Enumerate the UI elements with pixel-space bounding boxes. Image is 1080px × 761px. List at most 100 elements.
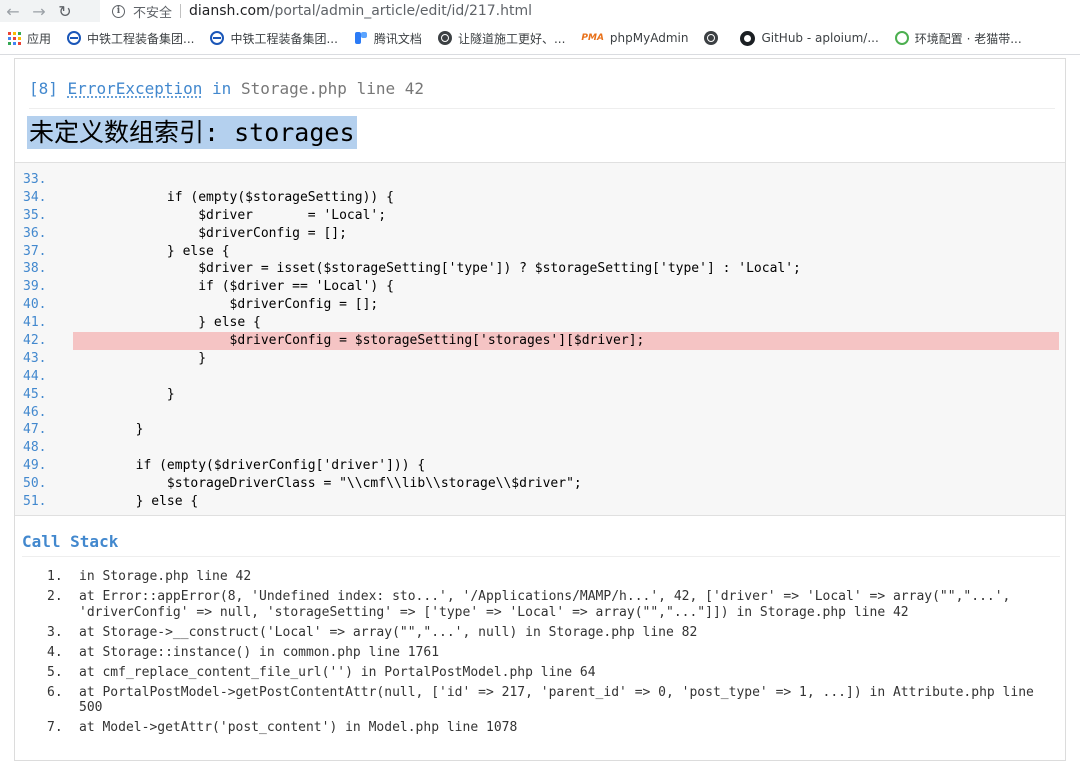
forward-button[interactable]: →	[26, 1, 52, 21]
exception-file: Storage.php	[240, 79, 347, 98]
line-number: 39.	[23, 279, 47, 295]
bookmarks-bar: 应用 中铁工程装备集团... 中铁工程装备集团... 腾讯文档 让隧道施工更好、…	[0, 22, 1080, 55]
code-text: } else {	[73, 494, 199, 510]
url-text[interactable]: diansh.com/portal/admin_article/edit/id/…	[189, 3, 532, 19]
bookmark-label: 环境配置 · 老猫带...	[914, 31, 1022, 46]
bookmark-label: GitHub - aploium/...	[761, 31, 879, 45]
code-text: if ($driver == 'Local') {	[73, 279, 394, 295]
line-number: 47.	[23, 422, 47, 438]
line-number: 35.	[23, 207, 47, 223]
reload-icon: ↻	[58, 1, 72, 21]
line-number: 51.	[23, 494, 47, 510]
exception-line: 42	[404, 79, 424, 98]
address-bar[interactable]: i 不安全 diansh.com/portal/admin_article/ed…	[100, 0, 1080, 22]
code-text: } else {	[73, 243, 230, 259]
stack-item-text: at Storage::instance() in common.php lin…	[79, 644, 440, 660]
line-word: line	[356, 79, 396, 98]
stack-item-text: at cmf_replace_content_file_url('') in P…	[79, 664, 596, 680]
line-number: 42.	[23, 333, 47, 349]
line-number: 49.	[23, 458, 47, 474]
code-text: }	[73, 350, 207, 366]
source-code-panel: 33. 34. if (empty($storageSetting)) {35. …	[15, 162, 1065, 516]
stack-item-number: 3.	[47, 624, 63, 640]
code-text: $driver = isset($storageSetting['type'])…	[73, 261, 801, 277]
back-button[interactable]: ←	[0, 1, 26, 21]
code-line: 33.	[15, 171, 1065, 189]
code-line: 45. }	[15, 386, 1065, 404]
exception-header: [8] ErrorException in Storage.php line 4…	[29, 79, 1055, 109]
bookmark-tunnel[interactable]: 让隧道施工更好、...	[430, 26, 573, 50]
line-number: 46.	[23, 404, 47, 420]
stack-item: 7. at Model->getAttr('post_content') in …	[27, 720, 1037, 736]
code-line: 36. $driverConfig = [];	[15, 225, 1065, 243]
line-number: 33.	[23, 172, 47, 187]
line-number: 41.	[23, 315, 47, 331]
bookmark-label: phpMyAdmin	[609, 31, 689, 45]
in-word: in	[212, 79, 232, 98]
stack-item-number: 1.	[47, 569, 63, 584]
bookmark-label: 中铁工程装备集团...	[230, 31, 338, 46]
code-text: }	[73, 386, 175, 402]
line-number: 44.	[23, 368, 47, 384]
call-stack-list: 1. in Storage.php line 42 2. at Error::a…	[27, 569, 1037, 740]
stack-item: 2. at Error::appError(8, 'Undefined inde…	[27, 589, 1037, 620]
bookmark-crrc-2[interactable]: 中铁工程装备集团...	[202, 26, 345, 50]
code-text: $storageDriverClass = "\\cmf\\lib\\stora…	[73, 476, 582, 492]
browser-toolbar: ← → ↻ i 不安全 diansh.com/portal/admin_arti…	[0, 0, 1080, 22]
bookmark-phpmyadmin[interactable]: PMA phpMyAdmin	[573, 26, 696, 50]
arrow-left-icon: ←	[6, 1, 20, 21]
stack-item: 5. at cmf_replace_content_file_url('') i…	[27, 665, 1037, 681]
bookmark-env-config[interactable]: 环境配置 · 老猫带...	[887, 26, 1030, 50]
line-number: 38.	[23, 261, 47, 277]
exception-class-link[interactable]: ErrorException	[68, 79, 203, 98]
globe-icon	[704, 31, 719, 45]
stack-item-number: 7.	[47, 720, 63, 735]
arrow-right-icon: →	[32, 1, 46, 21]
bookmark-github[interactable]: GitHub - aploium/...	[732, 26, 886, 50]
divider	[180, 4, 182, 18]
bookmark-crrc-1[interactable]: 中铁工程装备集团...	[59, 26, 202, 50]
line-number: 43.	[23, 350, 47, 366]
bookmark-apps[interactable]: 应用	[0, 26, 59, 50]
line-number: 34.	[23, 189, 47, 205]
stack-item-text: at Error::appError(8, 'Undefined index: …	[79, 589, 1011, 620]
tencent-docs-icon	[354, 31, 368, 45]
crrc-logo-icon	[67, 31, 82, 45]
code-line: 44.	[15, 368, 1065, 386]
code-line: 50. $storageDriverClass = "\\cmf\\lib\\s…	[15, 475, 1065, 493]
divider	[22, 556, 1060, 557]
code-text: $driverConfig = [];	[73, 297, 379, 313]
leaf-icon	[894, 31, 909, 45]
code-line: 43. }	[15, 350, 1065, 368]
code-text: if (empty($driverConfig['driver'])) {	[73, 458, 426, 474]
bookmark-label: 中铁工程装备集团...	[87, 31, 195, 46]
code-line: 38. $driver = isset($storageSetting['typ…	[15, 260, 1065, 278]
code-line: 34. if (empty($storageSetting)) {	[15, 189, 1065, 207]
url-host: diansh.com	[189, 3, 270, 19]
line-number: 45.	[23, 386, 47, 402]
code-line: 41. } else {	[15, 314, 1065, 332]
source-code-lines: 33. 34. if (empty($storageSetting)) {35. …	[15, 171, 1065, 511]
reload-button[interactable]: ↻	[52, 1, 78, 21]
exception-page: [8] ErrorException in Storage.php line 4…	[14, 58, 1066, 761]
code-text: if (empty($storageSetting)) {	[73, 189, 394, 205]
info-icon[interactable]: i	[112, 4, 125, 18]
phpmyadmin-icon: PMA	[581, 33, 604, 43]
line-number: 36.	[23, 225, 47, 241]
code-text: $driverConfig = [];	[73, 225, 347, 241]
security-label: 不安全	[133, 5, 173, 21]
exception-message: 未定义数组索引: storages	[27, 116, 357, 149]
call-stack-title: Call Stack	[22, 532, 119, 551]
code-line: 48.	[15, 439, 1065, 457]
stack-item-number: 2.	[47, 589, 63, 604]
stack-item: 3. at Storage->__construct('Local' => ar…	[27, 625, 1037, 641]
bookmark-tencent-docs[interactable]: 腾讯文档	[346, 26, 430, 50]
error-code: [8]	[29, 79, 58, 98]
code-line: 40. $driverConfig = [];	[15, 296, 1065, 314]
stack-item: 1. in Storage.php line 42	[27, 569, 1037, 585]
stack-item-text: at PortalPostModel->getPostContentAttr(n…	[79, 684, 1034, 716]
stack-item-text: in Storage.php line 42	[79, 569, 252, 584]
bookmark-globe[interactable]	[696, 26, 732, 50]
stack-item-number: 6.	[47, 684, 63, 700]
code-text: }	[73, 422, 144, 438]
